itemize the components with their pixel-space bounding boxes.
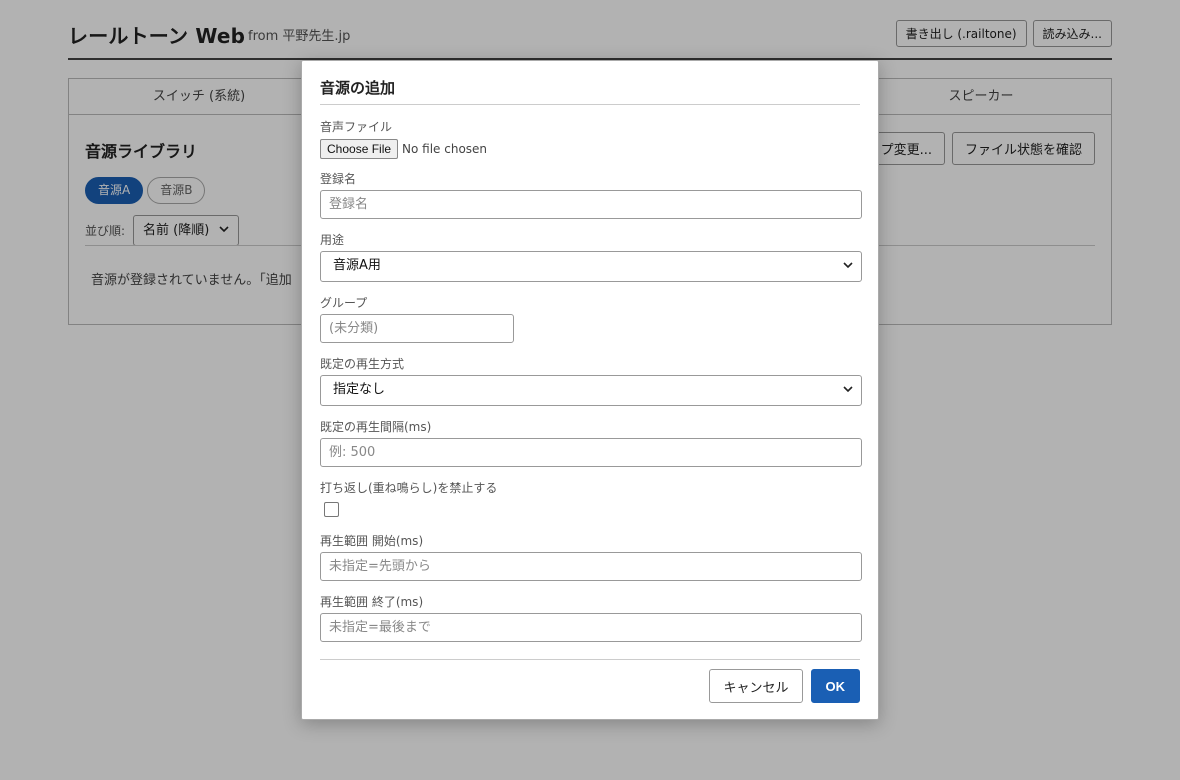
interval-input[interactable]: 例: 500 [320,438,862,467]
name-label: 登録名 [320,172,357,186]
choose-file-button[interactable]: Choose File [320,139,399,159]
end-label: 再生範囲 終了(ms) [320,595,424,609]
ok-button[interactable]: OK [810,669,860,703]
dialog-title-divider [320,104,860,105]
usage-value: 音源A用 [333,258,381,273]
no-overlap-label: 打ち返し(重ね鳴らし)を禁止する [320,481,498,495]
dialog-title: 音源の追加 [320,79,396,97]
name-input[interactable]: 登録名 [320,190,862,219]
playmode-label: 既定の再生方式 [320,357,405,371]
cancel-button[interactable]: キャンセル [709,669,803,703]
interval-label: 既定の再生間隔(ms) [320,420,432,434]
interval-placeholder: 例: 500 [329,445,376,460]
chevron-down-icon [843,386,853,393]
group-placeholder: (未分類) [329,321,379,336]
playmode-value: 指定なし [333,382,386,397]
end-input[interactable]: 未指定=最後まで [320,613,862,642]
usage-select[interactable]: 音源A用 [320,251,862,282]
group-input[interactable]: (未分類) [320,314,514,343]
dialog-footer: キャンセル OK [709,669,860,703]
chevron-down-icon [843,262,853,269]
file-picker: Choose File No file chosen [320,139,487,159]
add-source-dialog: 音源の追加 音声ファイル Choose File No file chosen … [301,60,879,720]
file-status: No file chosen [402,142,488,156]
playmode-select[interactable]: 指定なし [320,375,862,406]
file-label: 音声ファイル [320,120,393,134]
dialog-footer-divider [320,659,860,660]
name-placeholder: 登録名 [329,197,369,212]
start-input[interactable]: 未指定=先頭から [320,552,862,581]
end-placeholder: 未指定=最後まで [329,620,431,635]
usage-label: 用途 [320,233,345,247]
no-overlap-checkbox[interactable] [324,502,339,517]
start-placeholder: 未指定=先頭から [329,559,431,574]
group-label: グループ [320,296,368,310]
start-label: 再生範囲 開始(ms) [320,534,424,548]
